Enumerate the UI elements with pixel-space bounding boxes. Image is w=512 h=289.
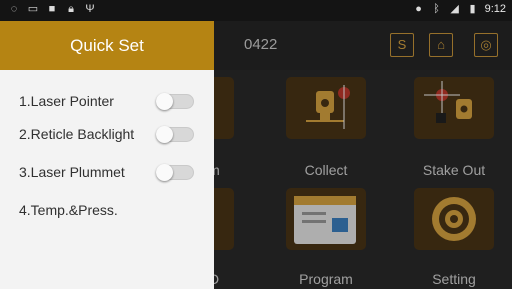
drawer-scrim[interactable] (214, 21, 512, 289)
quick-set-drawer: Quick Set 1.Laser Pointer 2.Reticle Back… (0, 21, 214, 289)
toggle-knob (156, 126, 173, 143)
location-icon: ● (415, 3, 422, 15)
laser-plummet-toggle[interactable] (156, 164, 194, 181)
laser-pointer-label: 1.Laser Pointer (19, 93, 114, 109)
status-bar: ◌ ▭ ■ 🔒︎ Ψ ● ᛒ ◢ ▮ 9:12 (0, 0, 512, 21)
drawer-title: Quick Set (0, 21, 214, 70)
notification-icon: ◌ (10, 3, 18, 15)
square-icon: ■ (48, 3, 56, 15)
usb-icon: Ψ (85, 3, 95, 15)
temp-press-item[interactable]: 4.Temp.&Press. (19, 202, 118, 218)
laser-plummet-label: 3.Laser Plummet (19, 164, 125, 180)
reticle-backlight-toggle[interactable] (156, 126, 194, 143)
lock-icon: 🔒︎ (68, 3, 74, 15)
bluetooth-icon: ᛒ (433, 3, 440, 15)
signal-icon: ◢ (450, 3, 459, 15)
battery-icon: ▮ (469, 3, 476, 15)
image-icon: ▭ (27, 3, 39, 15)
status-time: 9:12 (484, 3, 506, 15)
toggle-knob (156, 164, 173, 181)
laser-pointer-toggle[interactable] (156, 93, 194, 110)
reticle-backlight-label: 2.Reticle Backlight (19, 126, 135, 142)
toggle-knob (156, 93, 173, 110)
